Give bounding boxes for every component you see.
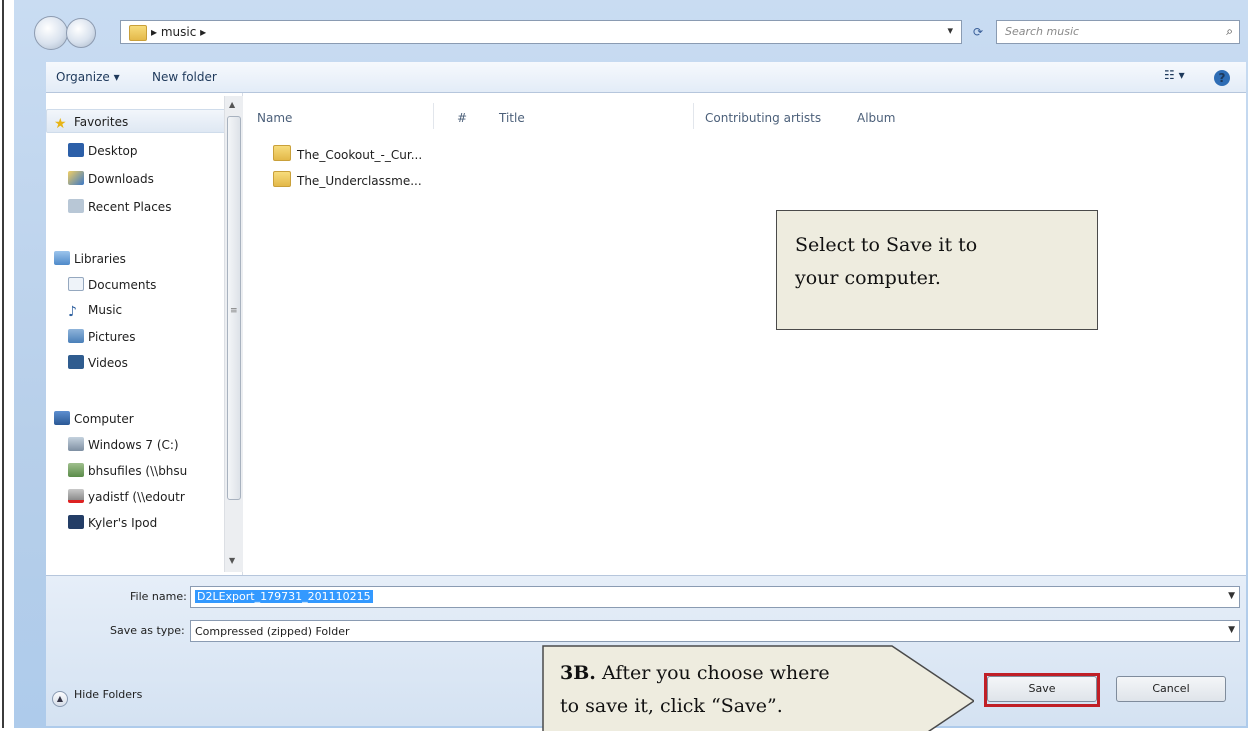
callout-click-save: 3B. After you choose where to save it, c… bbox=[542, 645, 974, 731]
downloads-icon bbox=[68, 171, 84, 185]
back-button[interactable] bbox=[34, 16, 68, 50]
list-item[interactable]: The_Cookout_-_Cur... bbox=[273, 145, 422, 162]
save-type-select[interactable]: Compressed (zipped) Folder ▼ bbox=[190, 620, 1240, 642]
ipod-icon bbox=[68, 515, 84, 529]
computer-icon bbox=[54, 411, 70, 425]
chevron-down-icon[interactable]: ▼ bbox=[1228, 591, 1235, 601]
search-icon[interactable]: ⌕ bbox=[1226, 24, 1233, 39]
save-type-value: Compressed (zipped) Folder bbox=[195, 625, 350, 638]
navigation-pane: ★ Favorites Desktop Downloads Recent Plac… bbox=[46, 93, 243, 575]
folder-icon bbox=[129, 25, 147, 41]
column-header-contributing-artists[interactable]: Contributing artists bbox=[705, 111, 821, 125]
hide-folders-button[interactable]: ▲ Hide Folders bbox=[52, 688, 142, 707]
list-item[interactable]: The_Underclassme... bbox=[273, 171, 422, 188]
nav-item-bhsufiles[interactable]: bhsufiles (\\bhsu bbox=[68, 463, 187, 483]
save-dialog-window: ▸ music ▸ ▾ ⟳ Search music ⌕ Organize ▾ … bbox=[14, 0, 1248, 728]
column-separator bbox=[433, 103, 434, 129]
scroll-grip-icon: ≡ bbox=[230, 306, 238, 316]
nav-item-desktop[interactable]: Desktop bbox=[68, 143, 138, 163]
forward-button[interactable] bbox=[66, 18, 96, 48]
libraries-icon bbox=[54, 251, 70, 265]
zip-folder-icon bbox=[273, 145, 291, 161]
drive-icon bbox=[68, 437, 84, 451]
collapse-icon: ▲ bbox=[52, 691, 68, 707]
address-dropdown-icon[interactable]: ▾ bbox=[947, 24, 953, 37]
search-placeholder: Search music bbox=[1005, 25, 1080, 38]
breadcrumb[interactable]: ▸ music ▸ bbox=[151, 25, 206, 39]
organize-button[interactable]: Organize ▾ bbox=[56, 70, 120, 84]
callout-select-location: Select to Save it to your computer. bbox=[776, 210, 1098, 330]
nav-item-videos[interactable]: Videos bbox=[68, 355, 128, 375]
nav-item-yadistf[interactable]: yadistf (\\edoutr bbox=[68, 489, 185, 509]
file-name-label: File name: bbox=[130, 590, 187, 603]
music-note-icon: ♪ bbox=[68, 304, 77, 320]
desktop-icon bbox=[68, 143, 84, 157]
column-header-name[interactable]: Name bbox=[257, 111, 292, 125]
nav-item-computer[interactable]: Computer bbox=[54, 411, 134, 431]
recent-places-icon bbox=[68, 199, 84, 213]
nav-item-downloads[interactable]: Downloads bbox=[68, 171, 154, 191]
pictures-icon bbox=[68, 329, 84, 343]
column-separator bbox=[693, 103, 694, 129]
scroll-down-icon[interactable]: ▼ bbox=[229, 556, 235, 565]
callout-text: 3B. After you choose where to save it, c… bbox=[560, 662, 830, 717]
nav-item-windows7[interactable]: Windows 7 (C:) bbox=[68, 437, 179, 457]
documents-icon bbox=[68, 277, 84, 291]
nav-item-documents[interactable]: Documents bbox=[68, 277, 156, 297]
nav-scrollbar[interactable]: ▲ ≡ ▼ bbox=[224, 96, 243, 572]
address-bar[interactable]: ▸ music ▸ ▾ bbox=[120, 20, 962, 44]
nav-item-libraries[interactable]: Libraries bbox=[54, 251, 126, 271]
nav-item-kylers-ipod[interactable]: Kyler's Ipod bbox=[68, 515, 157, 535]
file-name-field[interactable]: D2LExport_179731_201110215 ▼ bbox=[190, 586, 1240, 608]
column-header-number[interactable]: # bbox=[457, 111, 467, 125]
videos-icon bbox=[68, 355, 84, 369]
disconnected-drive-icon bbox=[68, 489, 84, 503]
nav-item-pictures[interactable]: Pictures bbox=[68, 329, 136, 349]
star-icon: ★ bbox=[54, 116, 67, 132]
toolbar: Organize ▾ New folder ☷ ▾ ? bbox=[46, 62, 1246, 93]
nav-item-music[interactable]: ♪ Music bbox=[68, 303, 122, 323]
screen-edge-line bbox=[2, 0, 4, 728]
nav-item-favorites[interactable]: ★ Favorites bbox=[54, 115, 128, 135]
views-button[interactable]: ☷ ▾ bbox=[1164, 68, 1185, 82]
new-folder-button[interactable]: New folder bbox=[152, 70, 217, 84]
refresh-icon[interactable]: ⟳ bbox=[966, 20, 990, 44]
chevron-down-icon[interactable]: ▼ bbox=[1228, 625, 1235, 635]
column-header-title[interactable]: Title bbox=[499, 111, 525, 125]
file-name-value: D2LExport_179731_201110215 bbox=[195, 590, 373, 603]
scroll-up-icon[interactable]: ▲ bbox=[229, 100, 235, 109]
save-type-label: Save as type: bbox=[110, 624, 185, 637]
cancel-button[interactable]: Cancel bbox=[1116, 676, 1226, 702]
file-list-pane: Name # Title Contributing artists Album … bbox=[243, 93, 1246, 575]
help-icon[interactable]: ? bbox=[1214, 70, 1230, 86]
network-drive-icon bbox=[68, 463, 84, 477]
search-input[interactable]: Search music ⌕ bbox=[996, 20, 1240, 44]
nav-item-recent-places[interactable]: Recent Places bbox=[68, 199, 171, 219]
column-header-album[interactable]: Album bbox=[857, 111, 895, 125]
zip-folder-icon bbox=[273, 171, 291, 187]
save-button-highlight bbox=[984, 673, 1100, 707]
